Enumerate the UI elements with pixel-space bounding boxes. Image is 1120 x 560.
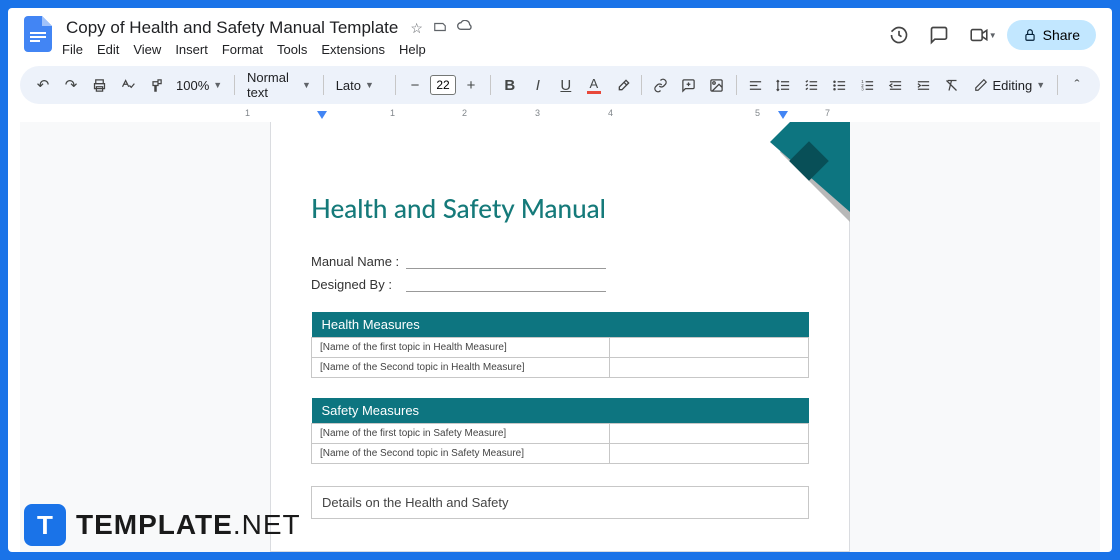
document-title[interactable]: Copy of Health and Safety Manual Templat… (62, 16, 402, 40)
field-designed-by[interactable]: Designed By : (311, 277, 809, 292)
menu-format[interactable]: Format (222, 42, 263, 57)
svg-text:3: 3 (861, 86, 864, 91)
brand-watermark: T TEMPLATE.NET (24, 504, 301, 546)
lock-icon (1023, 28, 1037, 42)
table-row: [Name of the Second topic in Health Meas… (312, 358, 809, 378)
style-dropdown[interactable]: Normal text▼ (241, 70, 317, 100)
brand-logo-icon: T (24, 504, 66, 546)
bullet-list-button[interactable] (826, 72, 852, 98)
cloud-status-icon[interactable] (457, 20, 473, 37)
font-size-group: − + (402, 72, 484, 98)
checklist-button[interactable] (798, 72, 824, 98)
top-right-actions: ▼ Share (887, 16, 1100, 50)
collapse-button[interactable]: ˆ (1064, 72, 1090, 98)
safety-measures-table[interactable]: Safety Measures [Name of the first topic… (311, 398, 809, 464)
menu-help[interactable]: Help (399, 42, 426, 57)
font-size-increase[interactable]: + (458, 72, 484, 98)
title-area: Copy of Health and Safety Manual Templat… (62, 16, 887, 57)
docs-logo[interactable] (20, 16, 56, 52)
italic-button[interactable]: I (525, 72, 551, 98)
paint-format-button[interactable] (142, 72, 168, 98)
indent-decrease-button[interactable] (882, 72, 908, 98)
table-row: [Name of the first topic in Health Measu… (312, 338, 809, 358)
table-row: [Name of the first topic in Safety Measu… (312, 424, 809, 444)
ruler[interactable]: 1 1 2 3 4 5 7 (20, 108, 1100, 122)
clear-format-button[interactable] (938, 72, 964, 98)
document-heading[interactable]: Health and Safety Manual (311, 192, 809, 224)
image-button[interactable] (704, 72, 730, 98)
app-window: Copy of Health and Safety Manual Templat… (8, 8, 1112, 552)
undo-button[interactable]: ↶ (30, 72, 56, 98)
highlight-button[interactable] (609, 72, 635, 98)
menu-bar: File Edit View Insert Format Tools Exten… (62, 42, 887, 57)
table-row: [Name of the Second topic in Safety Meas… (312, 444, 809, 464)
numbered-list-button[interactable]: 123 (854, 72, 880, 98)
menu-view[interactable]: View (133, 42, 161, 57)
editing-mode-dropdown[interactable]: Editing▼ (968, 78, 1051, 93)
font-dropdown[interactable]: Lato▼ (330, 78, 390, 93)
link-button[interactable] (648, 72, 674, 98)
meet-icon[interactable]: ▼ (967, 23, 991, 47)
bold-button[interactable]: B (497, 72, 523, 98)
move-icon[interactable] (433, 20, 447, 37)
spellcheck-button[interactable] (114, 72, 140, 98)
align-button[interactable] (742, 72, 768, 98)
field-manual-name[interactable]: Manual Name : (311, 254, 809, 269)
document-canvas[interactable]: Health and Safety Manual Manual Name : D… (20, 122, 1100, 552)
line-spacing-button[interactable] (770, 72, 796, 98)
brand-text: TEMPLATE.NET (76, 509, 301, 541)
menu-edit[interactable]: Edit (97, 42, 119, 57)
menu-extensions[interactable]: Extensions (321, 42, 385, 57)
titlebar: Copy of Health and Safety Manual Templat… (8, 8, 1112, 60)
decorative-corner (740, 122, 850, 252)
history-icon[interactable] (887, 23, 911, 47)
comments-icon[interactable] (927, 23, 951, 47)
font-size-decrease[interactable]: − (402, 72, 428, 98)
zoom-dropdown[interactable]: 100%▼ (170, 78, 228, 93)
text-color-button[interactable]: A (581, 72, 607, 98)
health-measures-table[interactable]: Health Measures [Name of the first topic… (311, 312, 809, 378)
share-button[interactable]: Share (1007, 20, 1096, 50)
page[interactable]: Health and Safety Manual Manual Name : D… (270, 122, 850, 552)
menu-file[interactable]: File (62, 42, 83, 57)
pencil-icon (974, 78, 988, 92)
redo-button[interactable]: ↷ (58, 72, 84, 98)
add-comment-button[interactable] (676, 72, 702, 98)
menu-insert[interactable]: Insert (175, 42, 208, 57)
print-button[interactable] (86, 72, 112, 98)
toolbar: ↶ ↷ 100%▼ Normal text▼ Lato▼ − + B I U A… (20, 66, 1100, 104)
star-icon[interactable]: ☆ (410, 20, 423, 37)
menu-tools[interactable]: Tools (277, 42, 307, 57)
indent-increase-button[interactable] (910, 72, 936, 98)
share-label: Share (1043, 27, 1080, 43)
underline-button[interactable]: U (553, 72, 579, 98)
details-section[interactable]: Details on the Health and Safety (311, 486, 809, 519)
font-size-input[interactable] (430, 75, 456, 95)
